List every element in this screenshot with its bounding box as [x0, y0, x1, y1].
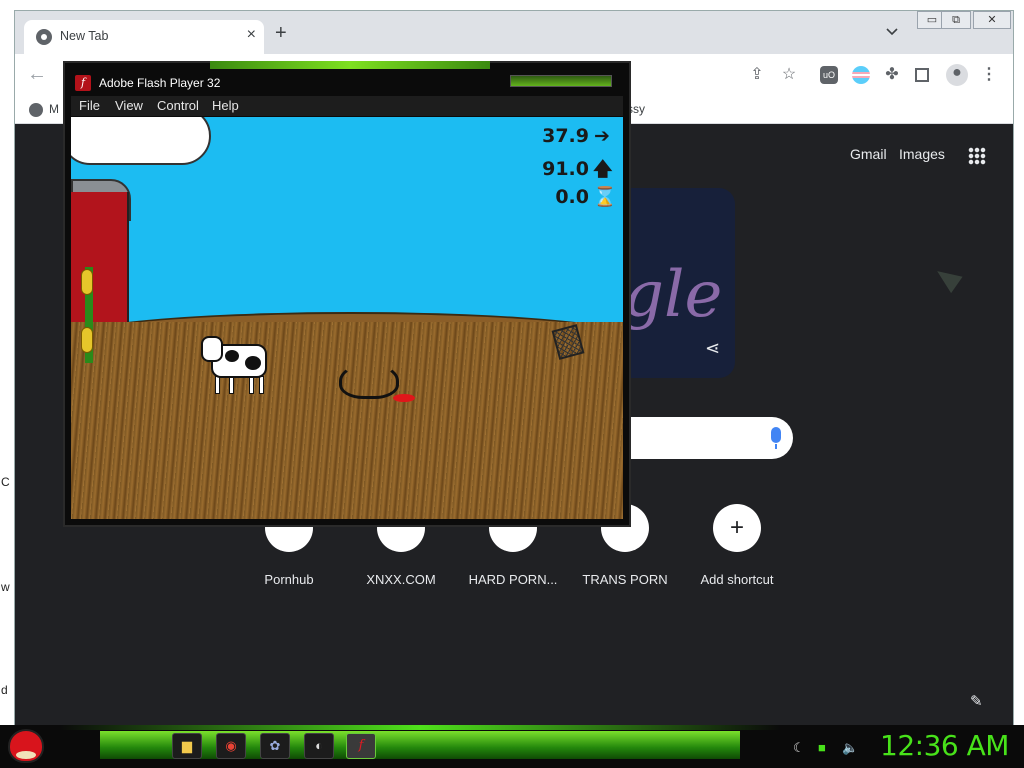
desktop-text-fragment: C [1, 475, 10, 489]
media-icon[interactable]: ◐ [304, 733, 334, 759]
tab-strip: New Tab × + ▭ ⧉ ✕ [15, 11, 1013, 54]
globe-icon[interactable] [29, 103, 43, 117]
plus-icon: + [729, 514, 744, 541]
cow-leg [259, 376, 264, 394]
hud-time-value: 0.0 [555, 186, 589, 208]
bookmark-item[interactable]: M [49, 102, 59, 116]
corn-cob [81, 327, 93, 353]
window-glow [210, 61, 490, 69]
hud-distance-value: 37.9 [542, 125, 589, 147]
flash-window-title: Adobe Flash Player 32 [99, 76, 221, 90]
chrome-icon[interactable]: ◉ [216, 733, 246, 759]
menu-help[interactable]: Help [212, 98, 239, 113]
maximize-button[interactable]: ⧉ [941, 11, 971, 29]
cow-leg [229, 376, 234, 394]
shortcut-label: Add shortcut [700, 572, 774, 587]
apps-grid-icon[interactable] [968, 147, 986, 165]
blood-splat [393, 394, 415, 402]
cow-spot [245, 356, 261, 370]
desktop-text-fragment: w [1, 580, 10, 594]
star-icon[interactable]: ☆ [780, 66, 798, 84]
profile-icon[interactable]: ● [946, 64, 968, 86]
tab-title: New Tab [60, 29, 109, 43]
tab-new-tab[interactable]: New Tab × [24, 20, 264, 54]
shortcut-label: Pornhub [264, 572, 314, 587]
barn [71, 192, 129, 332]
menu-icon[interactable]: ⋮ [980, 66, 998, 84]
start-button[interactable] [8, 729, 44, 763]
menu-file[interactable]: File [79, 98, 100, 113]
hourglass-icon: ⌛ [593, 186, 617, 208]
cow [201, 332, 267, 394]
cow-head [201, 336, 223, 362]
close-icon[interactable]: × [247, 26, 256, 44]
flash-player-window: f Adobe Flash Player 32 File View Contro… [63, 61, 631, 527]
desktop-edge: C w d [0, 0, 14, 730]
images-link[interactable]: Images [899, 146, 945, 162]
menu-view[interactable]: View [115, 98, 143, 113]
shortcut-label: XNXX.COM [366, 572, 436, 587]
gmail-link[interactable]: Gmail [850, 146, 887, 162]
share-icon[interactable]: ⋖ [705, 338, 720, 359]
flash-icon[interactable]: f [346, 733, 376, 759]
paint-icon[interactable]: ✿ [260, 733, 290, 759]
pencil-icon[interactable]: ✎ [970, 692, 983, 710]
add-shortcut-circle: + [713, 504, 761, 552]
cloud [71, 117, 211, 165]
new-tab-button[interactable]: + [275, 23, 287, 43]
taskbar-glow [60, 725, 780, 730]
arrow-right-icon: ➔ [594, 125, 610, 147]
sidepanel-icon[interactable] [915, 68, 929, 82]
monitor-icon[interactable]: ■ [818, 740, 826, 755]
share-icon[interactable]: ⇪ [748, 66, 766, 84]
cow-leg [249, 376, 254, 394]
window-controls[interactable] [510, 75, 612, 87]
ground [71, 322, 623, 519]
google-doodle[interactable]: gle ⋖ [615, 188, 735, 378]
add-shortcut-button[interactable]: + Add shortcut [681, 504, 793, 587]
network-icon[interactable]: ☾ [793, 740, 805, 756]
menu-control[interactable]: Control [157, 98, 199, 113]
taskbar: ▆ ◉ ✿ ◐ f ☾ ■ 🔈 12:36 AM [0, 725, 1024, 768]
back-button[interactable]: ← [27, 63, 47, 86]
arrow-up-icon: 🡅 [593, 158, 613, 180]
chrome-icon [36, 29, 52, 45]
extensions-icon[interactable]: ✤ [883, 66, 901, 84]
ragdoll-character [339, 363, 399, 399]
cow-leg [215, 376, 220, 394]
microphone-icon[interactable] [771, 427, 781, 449]
hud-distance: 37.9 ➔ [542, 125, 611, 147]
volume-icon[interactable]: 🔈 [842, 740, 858, 756]
hud-height: 91.0 🡅 [542, 155, 613, 187]
shortcut-label: HARD PORN... [468, 572, 558, 587]
cow-spot [225, 350, 239, 362]
ublock-icon[interactable]: uO [820, 66, 838, 84]
hud-height-value: 91.0 [542, 158, 589, 180]
game-stage[interactable]: 37.9 ➔ 91.0 🡅 0.0 ⌛ [71, 117, 623, 519]
hud-time: 0.0 ⌛ [555, 185, 617, 208]
desktop-text-fragment: d [1, 683, 8, 697]
corn-cob [81, 269, 93, 295]
close-window-button[interactable]: ✕ [973, 11, 1011, 29]
mouse-cursor-icon [931, 262, 963, 294]
flag-icon[interactable] [852, 66, 870, 84]
folder-icon[interactable]: ▆ [172, 733, 202, 759]
shortcut-label: TRANS PORN [582, 572, 668, 587]
doodle-text: gle [623, 258, 723, 332]
flash-menu-bar: File View Control Help [71, 96, 623, 116]
flash-icon: f [75, 75, 91, 91]
chevron-down-icon[interactable] [885, 25, 899, 39]
taskbar-clock[interactable]: 12:36 AM [880, 729, 1009, 762]
